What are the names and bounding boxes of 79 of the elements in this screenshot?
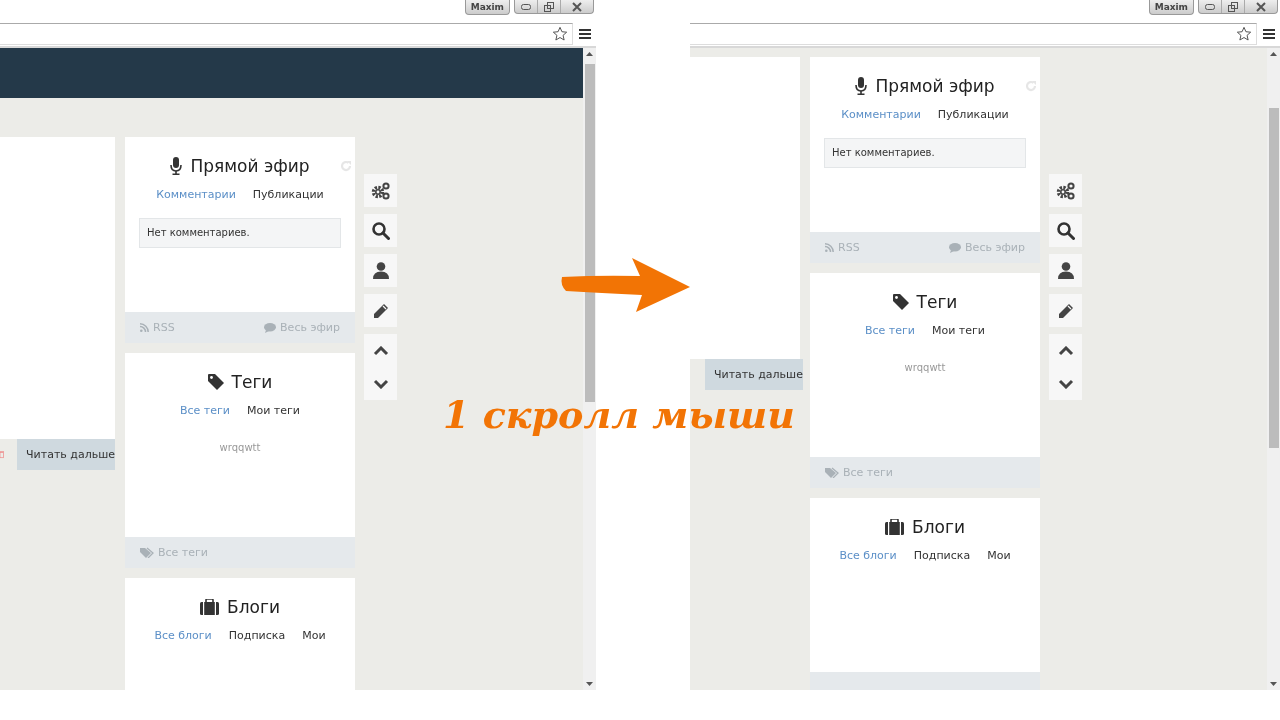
- search-button[interactable]: [1049, 214, 1082, 247]
- chevron-down-icon: [1057, 378, 1074, 389]
- card-tab[interactable]: Подписка: [228, 629, 286, 642]
- scrollbar-thumb[interactable]: [1268, 108, 1279, 448]
- microphone-icon: [170, 157, 183, 175]
- empty-message: Нет комментариев.: [139, 218, 341, 248]
- empty-message: Нет комментариев.: [824, 138, 1026, 168]
- briefcase-icon: [200, 599, 220, 615]
- gears-icon: [1055, 181, 1076, 200]
- scroll-up-arrow-icon[interactable]: [586, 52, 593, 56]
- rss-link[interactable]: RSS: [140, 321, 175, 334]
- rss-icon: [140, 323, 149, 332]
- star-icon[interactable]: [552, 26, 568, 42]
- card-tab[interactable]: Все теги: [865, 324, 915, 337]
- card-title: Блоги: [912, 517, 965, 537]
- scroll-down-arrow-icon[interactable]: [1270, 682, 1277, 686]
- card-tab[interactable]: Мои: [987, 549, 1011, 562]
- speech-bubble-icon: [949, 242, 962, 253]
- menu-icon[interactable]: [579, 28, 591, 40]
- card-tab[interactable]: Все блоги: [839, 549, 897, 562]
- footer-link[interactable]: RSS: [838, 241, 860, 254]
- chevron-up-icon: [372, 345, 389, 356]
- caption-text: 1 скролл мыши: [443, 392, 795, 437]
- chevron-up-icon: [1057, 345, 1074, 356]
- footer-link[interactable]: Весь эфир: [965, 241, 1025, 254]
- edit-button[interactable]: [1049, 294, 1082, 327]
- pencil-icon: [1057, 302, 1074, 319]
- footer-link[interactable]: Все теги: [843, 466, 893, 479]
- settings-button[interactable]: [1049, 174, 1082, 207]
- tag-link[interactable]: wrqqwtt: [904, 362, 946, 373]
- card-tab[interactable]: Мои: [302, 629, 326, 642]
- tag-icon: [892, 294, 909, 310]
- rss-icon: [825, 243, 834, 252]
- footer-link[interactable]: Весь эфир: [280, 321, 340, 334]
- card-tab[interactable]: Публикации: [937, 108, 1009, 121]
- read-more-button[interactable]: Читать дальше: [17, 439, 115, 470]
- menu-icon[interactable]: [1263, 28, 1275, 40]
- user-icon: [372, 262, 389, 279]
- edit-button[interactable]: [364, 294, 397, 327]
- scrollbar-thumb[interactable]: [584, 64, 595, 402]
- user-button[interactable]: [1049, 254, 1082, 287]
- card-tab[interactable]: Все блоги: [154, 629, 212, 642]
- user-button[interactable]: [364, 254, 397, 287]
- search-icon: [1056, 221, 1075, 240]
- tags-icon: [825, 467, 839, 478]
- card-tab[interactable]: Комментарии: [841, 108, 921, 121]
- card-title: Блоги: [227, 597, 280, 617]
- tag-icon: [207, 374, 224, 390]
- star-icon[interactable]: [1236, 26, 1252, 42]
- search-button[interactable]: [364, 214, 397, 247]
- card-title: Теги: [916, 292, 958, 312]
- search-icon: [371, 221, 390, 240]
- scroll-up-arrow-icon[interactable]: [1270, 52, 1277, 56]
- card-title: Теги: [231, 372, 273, 392]
- settings-button[interactable]: [364, 174, 397, 207]
- scroll-down-arrow-icon[interactable]: [586, 682, 593, 686]
- tag-link[interactable]: wrqqwtt: [219, 442, 261, 453]
- card-tab[interactable]: Мои теги: [247, 404, 300, 417]
- card-tab[interactable]: Публикации: [252, 188, 324, 201]
- briefcase-icon: [885, 519, 905, 535]
- footer-link[interactable]: RSS: [153, 321, 175, 334]
- speech-bubble-icon: [264, 322, 277, 333]
- user-profile-button[interactable]: Maxim: [464, 0, 510, 15]
- chevron-down-icon: [372, 378, 389, 389]
- user-icon: [1057, 262, 1074, 279]
- microphone-icon: [855, 77, 868, 95]
- card-tab[interactable]: Все теги: [180, 404, 230, 417]
- tags-icon: [140, 547, 154, 558]
- card-title: Прямой эфир: [190, 156, 310, 176]
- footer-link[interactable]: Все теги: [158, 546, 208, 559]
- user-profile-button[interactable]: Maxim: [1148, 0, 1194, 15]
- pencil-icon: [372, 302, 389, 319]
- card-tab[interactable]: Мои теги: [932, 324, 985, 337]
- read-more-button[interactable]: Читать дальше: [705, 359, 803, 390]
- gears-icon: [370, 181, 391, 200]
- card-tab[interactable]: Подписка: [913, 549, 971, 562]
- card-title: Прямой эфир: [875, 76, 995, 96]
- rss-link[interactable]: RSS: [825, 241, 860, 254]
- card-tab[interactable]: Комментарии: [156, 188, 236, 201]
